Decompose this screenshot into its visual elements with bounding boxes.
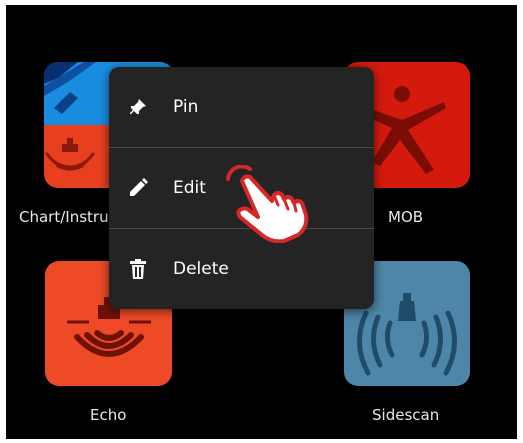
sidescan-label: Sidescan: [372, 406, 440, 424]
mob-label: MOB: [388, 208, 424, 226]
trash-icon: [127, 258, 149, 280]
pencil-icon: [127, 177, 149, 199]
menu-item-edit-label: Edit: [173, 178, 206, 198]
menu-item-delete-label: Delete: [173, 259, 229, 279]
menu-item-pin-label: Pin: [173, 97, 199, 117]
tap-hand-icon: [226, 165, 309, 243]
app-screen: Chart/Instruments MOB Echo Sidescan Pin …: [6, 5, 517, 439]
pin-icon: [127, 96, 149, 118]
menu-item-pin[interactable]: Pin: [109, 67, 374, 147]
echo-label: Echo: [90, 406, 127, 424]
